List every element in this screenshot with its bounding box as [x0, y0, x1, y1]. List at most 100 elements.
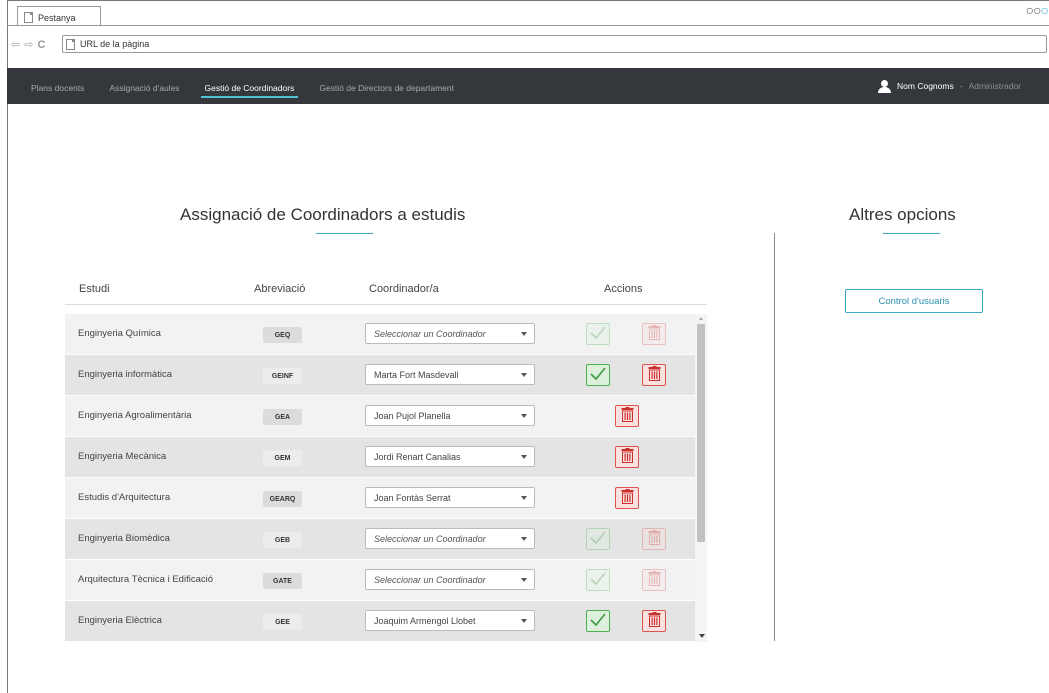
coordinator-select[interactable]: Seleccionar un Coordinador: [365, 569, 535, 590]
check-icon: [590, 571, 606, 589]
study-name: Enginyeria informàtica: [78, 369, 172, 380]
trash-icon: [648, 530, 661, 548]
coordinator-select[interactable]: Joan Fontàs Serrat: [365, 487, 535, 508]
coordinator-select-value: Joaquim Armengol Llobet: [374, 615, 476, 626]
user-name: Nom Cognoms: [897, 81, 954, 91]
window-control-icon[interactable]: ○: [1026, 2, 1035, 18]
check-icon: [590, 612, 606, 630]
user-role: Administrador: [968, 81, 1021, 91]
side-title-underline: [883, 233, 940, 234]
study-name: Enginyeria Agroalimentària: [78, 410, 192, 421]
coordinator-select[interactable]: Seleccionar un Coordinador: [365, 528, 535, 549]
user-menu[interactable]: Nom Cognoms - Administrador: [878, 68, 1021, 104]
page-icon: [24, 12, 33, 23]
confirm-button[interactable]: [586, 364, 610, 386]
column-header-actions: Accions: [604, 283, 643, 295]
title-underline: [316, 233, 373, 234]
coordinator-select[interactable]: Jordi Renart Canalias: [365, 446, 535, 467]
nav-item-gestio-directors[interactable]: Gestió de Directors de departament: [319, 68, 454, 104]
chevron-down-icon: [521, 496, 527, 500]
study-abbreviation-badge: GEARQ: [263, 491, 302, 507]
study-abbreviation-badge: GEB: [263, 532, 302, 548]
study-name: Enginyeria Química: [78, 328, 161, 339]
confirm-button[interactable]: [586, 569, 610, 591]
coordinator-select-value: Seleccionar un Coordinador: [374, 574, 486, 585]
delete-button[interactable]: [642, 528, 666, 550]
url-text: URL de la pàgina: [80, 39, 150, 49]
study-abbreviation-badge: GEQ: [263, 327, 302, 343]
page-icon: [66, 38, 75, 50]
column-header-coordinator: Coordinador/a: [369, 283, 439, 295]
trash-icon: [621, 407, 634, 425]
confirm-button[interactable]: [586, 323, 610, 345]
control-usuaris-button[interactable]: Control d'usuaris: [845, 289, 983, 313]
trash-icon: [648, 612, 661, 630]
delete-button[interactable]: [615, 487, 639, 509]
nav-item-assignacio-aules[interactable]: Assignació d'aules: [109, 68, 179, 104]
column-header-study: Estudi: [79, 283, 110, 295]
coordinator-select-value: Marta Fort Masdevall: [374, 369, 459, 380]
delete-button[interactable]: [642, 569, 666, 591]
delete-button[interactable]: [642, 364, 666, 386]
delete-button[interactable]: [642, 610, 666, 632]
column-header-abbreviation: Abreviació: [254, 283, 306, 295]
study-abbreviation-badge: GEINF: [263, 368, 302, 384]
table-row: Arquitectura Tècnica i Edificació GATE Sel…: [65, 560, 695, 600]
window-control-icon[interactable]: ○: [1041, 2, 1049, 18]
user-separator: -: [959, 81, 963, 91]
trash-icon: [621, 448, 634, 466]
user-icon: [878, 79, 892, 93]
delete-button[interactable]: [615, 446, 639, 468]
study-name: Enginyeria Biomèdica: [78, 533, 170, 544]
nav-item-gestio-coordinadors[interactable]: Gestió de Coordinadors: [200, 68, 299, 104]
side-panel-title: Altres opcions: [849, 205, 956, 224]
coordinator-select[interactable]: Joaquim Armengol Llobet: [365, 610, 535, 631]
chevron-down-icon: [521, 414, 527, 418]
table-row: Enginyeria Mecànica GEM Jordi Renart Canal…: [65, 437, 695, 477]
coordinator-select-value: Joan Pujol Planella: [374, 410, 451, 421]
table-row: Enginyeria Agroalimentària GEA Joan Pujol …: [65, 396, 695, 436]
reload-icon[interactable]: C: [37, 39, 45, 51]
table-row: Enginyeria Elèctrica GEE Joaquim Armengol …: [65, 601, 695, 641]
study-abbreviation-badge: GEE: [263, 614, 302, 630]
table-row: Enginyeria Química GEQ Seleccionar un Coor…: [65, 314, 695, 354]
coordinator-select-value: Joan Fontàs Serrat: [374, 492, 451, 503]
forward-arrow-icon[interactable]: ⇨: [24, 38, 33, 51]
check-icon: [590, 325, 606, 343]
scrollbar-thumb[interactable]: [697, 324, 705, 542]
window-controls[interactable]: ○○○: [1026, 2, 1049, 18]
coordinators-table-body: Enginyeria Química GEQ Seleccionar un Coor…: [65, 314, 695, 642]
coordinator-select[interactable]: Joan Pujol Planella: [365, 405, 535, 426]
coordinator-select[interactable]: Seleccionar un Coordinador: [365, 323, 535, 344]
browser-tab[interactable]: Pestanya: [17, 6, 101, 25]
chevron-down-icon: [521, 373, 527, 377]
trash-icon: [648, 325, 661, 343]
confirm-button[interactable]: [586, 610, 610, 632]
page-title: Assignació de Coordinadors a estudis: [180, 205, 466, 224]
study-abbreviation-badge: GEM: [263, 450, 302, 466]
confirm-button[interactable]: [586, 528, 610, 550]
top-navbar: Plans docents Assignació d'aules Gestió …: [7, 68, 1049, 104]
chevron-down-icon: [521, 578, 527, 582]
trash-icon: [648, 571, 661, 589]
chevron-down-icon: [521, 537, 527, 541]
back-arrow-icon[interactable]: ⇦: [11, 38, 20, 51]
trash-icon: [621, 489, 634, 507]
coordinator-select[interactable]: Marta Fort Masdevall: [365, 364, 535, 385]
window-control-icon[interactable]: ○: [1033, 2, 1042, 18]
scroll-down-arrow-icon[interactable]: [699, 634, 705, 638]
coordinator-select-value: Jordi Renart Canalias: [374, 451, 461, 462]
url-bar[interactable]: URL de la pàgina: [62, 35, 1047, 53]
chevron-down-icon: [521, 455, 527, 459]
delete-button[interactable]: [615, 405, 639, 427]
chevron-down-icon: [521, 619, 527, 623]
table-row: Enginyeria Biomèdica GEB Seleccionar un Co…: [65, 519, 695, 559]
table-row: Enginyeria informàtica GEINF Marta Fort Ma…: [65, 355, 695, 395]
study-name: Arquitectura Tècnica i Edificació: [78, 574, 213, 585]
coordinator-select-value: Seleccionar un Coordinador: [374, 533, 486, 544]
column-divider: [774, 233, 775, 641]
delete-button[interactable]: [642, 323, 666, 345]
scroll-up-arrow-icon[interactable]: [699, 317, 703, 320]
nav-item-plans-docents[interactable]: Plans docents: [31, 68, 84, 104]
check-icon: [590, 530, 606, 548]
